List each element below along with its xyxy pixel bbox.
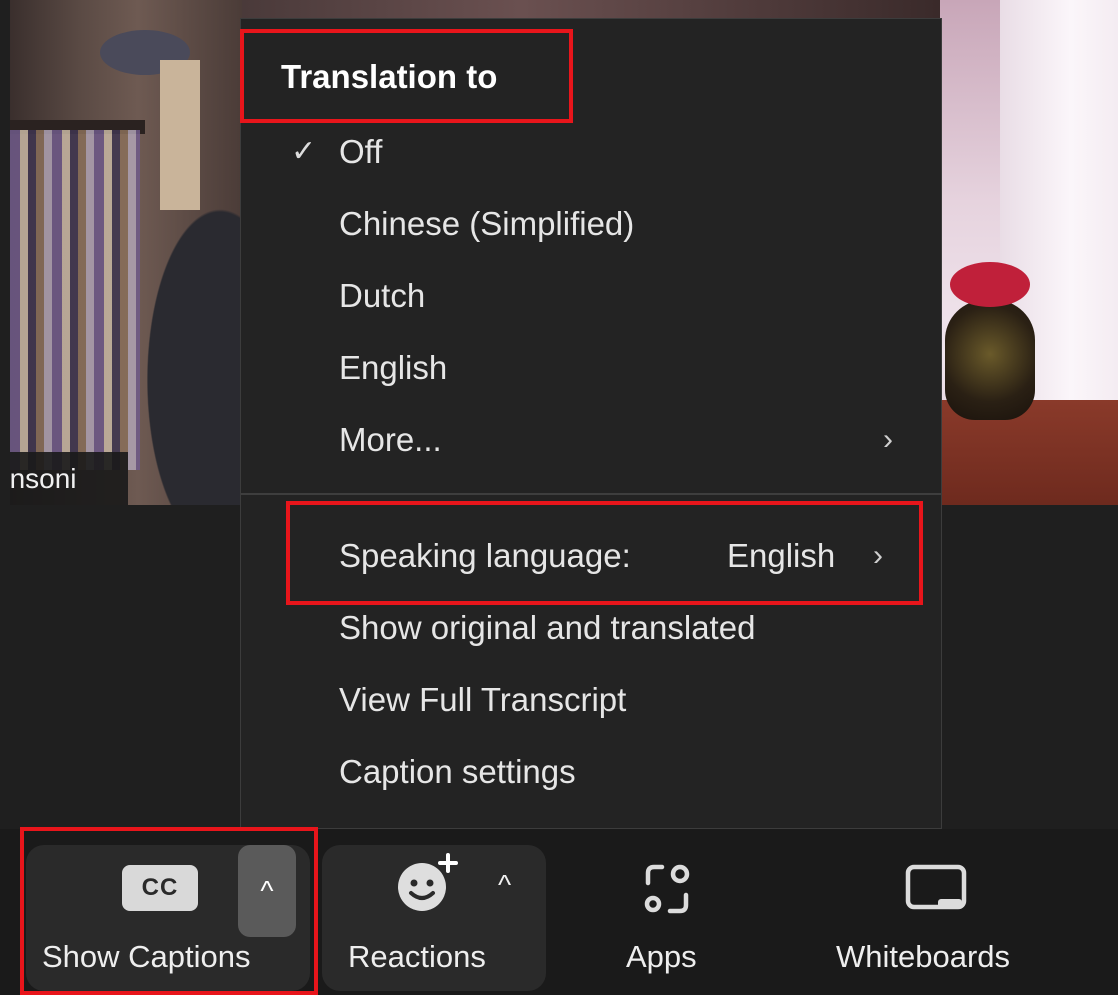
whiteboards-button[interactable]: Whiteboards (820, 845, 1060, 991)
menu-item-english[interactable]: English (241, 332, 941, 404)
reactions-label: Reactions (348, 939, 486, 974)
menu-item-dutch[interactable]: Dutch (241, 260, 941, 332)
menu-item-chinese-simplified[interactable]: Chinese (Simplified) (241, 188, 941, 260)
highlight-box-translation-title (240, 29, 573, 123)
apps-icon (642, 863, 692, 915)
menu-item-label: View Full Transcript (339, 681, 627, 718)
menu-item-label: More... (339, 421, 442, 458)
background-vase (945, 300, 1035, 420)
background-flower (950, 262, 1030, 307)
participant-name-label: onsoni (10, 452, 128, 505)
background-bookshelf (10, 130, 140, 470)
menu-item-off[interactable]: ✓ Off (241, 116, 941, 188)
background-object (160, 60, 200, 210)
highlight-box-speaking-language (286, 501, 923, 605)
video-tile-right (940, 0, 1118, 505)
whiteboard-icon (904, 863, 968, 915)
menu-item-label: Caption settings (339, 753, 576, 790)
smiley-plus-icon (392, 853, 462, 915)
menu-item-label: Chinese (Simplified) (339, 205, 635, 242)
whiteboards-label: Whiteboards (836, 939, 1011, 974)
menu-item-label: Off (339, 133, 383, 170)
apps-button[interactable]: Apps (600, 845, 740, 991)
checkmark-icon: ✓ (291, 135, 317, 168)
menu-item-label: Dutch (339, 277, 426, 314)
menu-item-view-full-transcript[interactable]: View Full Transcript (241, 664, 941, 736)
apps-label: Apps (626, 939, 697, 974)
video-tile-top (242, 0, 940, 20)
menu-item-caption-settings[interactable]: Caption settings (241, 736, 941, 808)
reactions-button[interactable]: ^ Reactions (322, 845, 546, 991)
menu-item-more[interactable]: More... › (241, 404, 941, 476)
reactions-options-caret[interactable]: ^ (498, 869, 511, 901)
highlight-box-show-captions (20, 827, 318, 995)
chevron-right-icon: › (883, 423, 893, 456)
video-tile-left (10, 0, 242, 505)
captions-menu: Translation to ✓ Off Chinese (Simplified… (240, 18, 942, 829)
menu-item-label: English (339, 349, 448, 386)
menu-divider (241, 493, 941, 495)
